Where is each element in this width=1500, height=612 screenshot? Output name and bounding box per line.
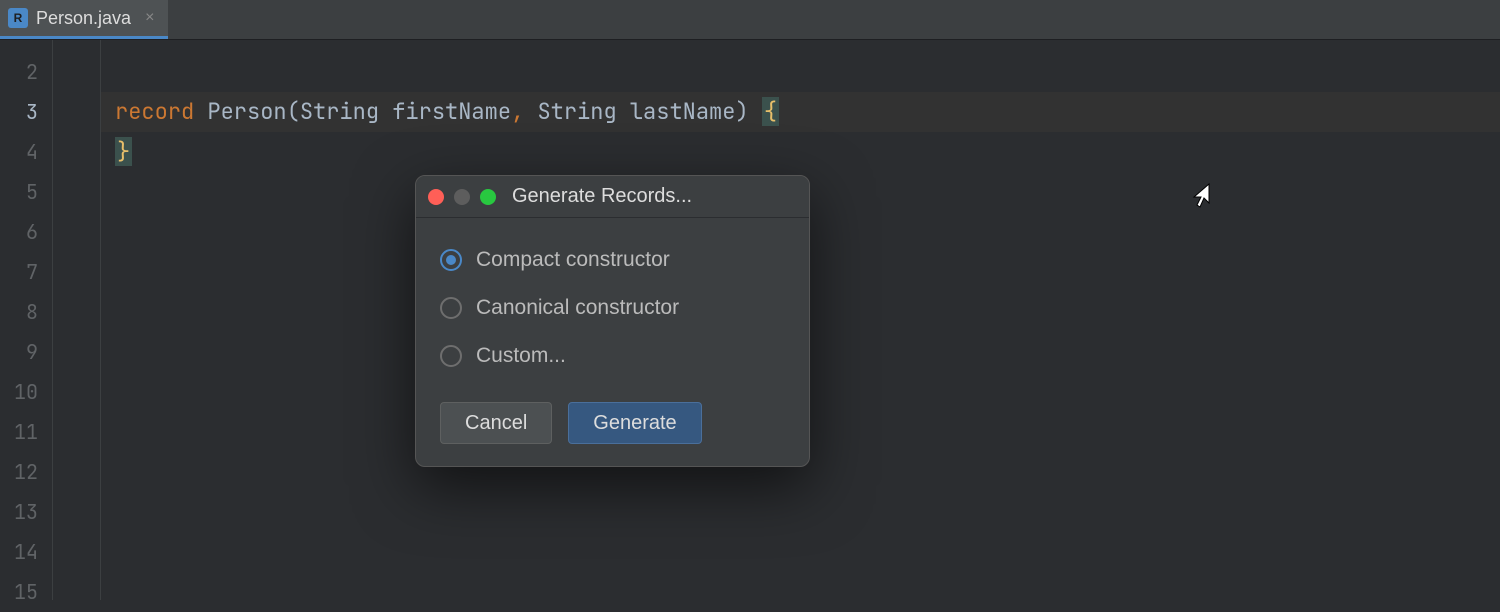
cancel-button[interactable]: Cancel bbox=[440, 402, 552, 444]
dialog-title: Generate Records... bbox=[512, 185, 692, 208]
param-name-2: lastName bbox=[630, 97, 736, 126]
dialog-button-row: Cancel Generate bbox=[416, 384, 809, 466]
brace-close: } bbox=[115, 137, 132, 166]
param-type-2: String bbox=[537, 97, 616, 126]
line-number: 5 bbox=[0, 172, 52, 212]
keyword-record: record bbox=[115, 97, 194, 126]
line-number: 11 bbox=[0, 412, 52, 452]
paren-open: ( bbox=[287, 97, 300, 126]
cursor-icon bbox=[1190, 183, 1210, 216]
line-number: 2 bbox=[0, 52, 52, 92]
code-line-2 bbox=[101, 52, 1500, 92]
radio-icon bbox=[440, 297, 462, 319]
radio-label: Canonical constructor bbox=[476, 296, 679, 320]
param-type-1: String bbox=[300, 97, 379, 126]
line-number: 10 bbox=[0, 372, 52, 412]
window-maximize-icon[interactable] bbox=[480, 189, 496, 205]
line-number: 14 bbox=[0, 532, 52, 572]
line-number: 9 bbox=[0, 332, 52, 372]
dialog-body: Compact constructor Canonical constructo… bbox=[416, 218, 809, 384]
line-number: 3 bbox=[0, 92, 52, 132]
generate-button[interactable]: Generate bbox=[568, 402, 701, 444]
indent-guide bbox=[53, 40, 101, 600]
gutter: 23456789101112131415 bbox=[0, 40, 52, 600]
tab-label: Person.java bbox=[36, 8, 131, 29]
code-line-4: } bbox=[101, 132, 1500, 172]
comma: , bbox=[511, 97, 524, 126]
radio-icon bbox=[440, 345, 462, 367]
tab-bar: R Person.java × bbox=[0, 0, 1500, 40]
line-number: 4 bbox=[0, 132, 52, 172]
brace-open: { bbox=[762, 97, 779, 126]
radio-label: Compact constructor bbox=[476, 248, 670, 272]
line-number: 13 bbox=[0, 492, 52, 532]
radio-icon bbox=[440, 249, 462, 271]
window-close-icon[interactable] bbox=[428, 189, 444, 205]
line-number: 6 bbox=[0, 212, 52, 252]
record-file-icon: R bbox=[8, 8, 28, 28]
generate-records-dialog: Generate Records... Compact constructor … bbox=[415, 175, 810, 467]
class-name: Person bbox=[207, 97, 286, 126]
radio-custom[interactable]: Custom... bbox=[440, 332, 785, 380]
radio-compact-constructor[interactable]: Compact constructor bbox=[440, 236, 785, 284]
line-number: 15 bbox=[0, 572, 52, 612]
radio-canonical-constructor[interactable]: Canonical constructor bbox=[440, 284, 785, 332]
line-number: 12 bbox=[0, 452, 52, 492]
close-icon[interactable]: × bbox=[145, 9, 154, 27]
line-number: 7 bbox=[0, 252, 52, 292]
editor-tab-person[interactable]: R Person.java × bbox=[0, 0, 168, 39]
line-number: 8 bbox=[0, 292, 52, 332]
dialog-titlebar[interactable]: Generate Records... bbox=[416, 176, 809, 218]
param-name-1: firstName bbox=[392, 97, 511, 126]
radio-label: Custom... bbox=[476, 344, 566, 368]
window-minimize-icon[interactable] bbox=[454, 189, 470, 205]
paren-close: ) bbox=[735, 97, 748, 126]
traffic-lights bbox=[428, 189, 496, 205]
